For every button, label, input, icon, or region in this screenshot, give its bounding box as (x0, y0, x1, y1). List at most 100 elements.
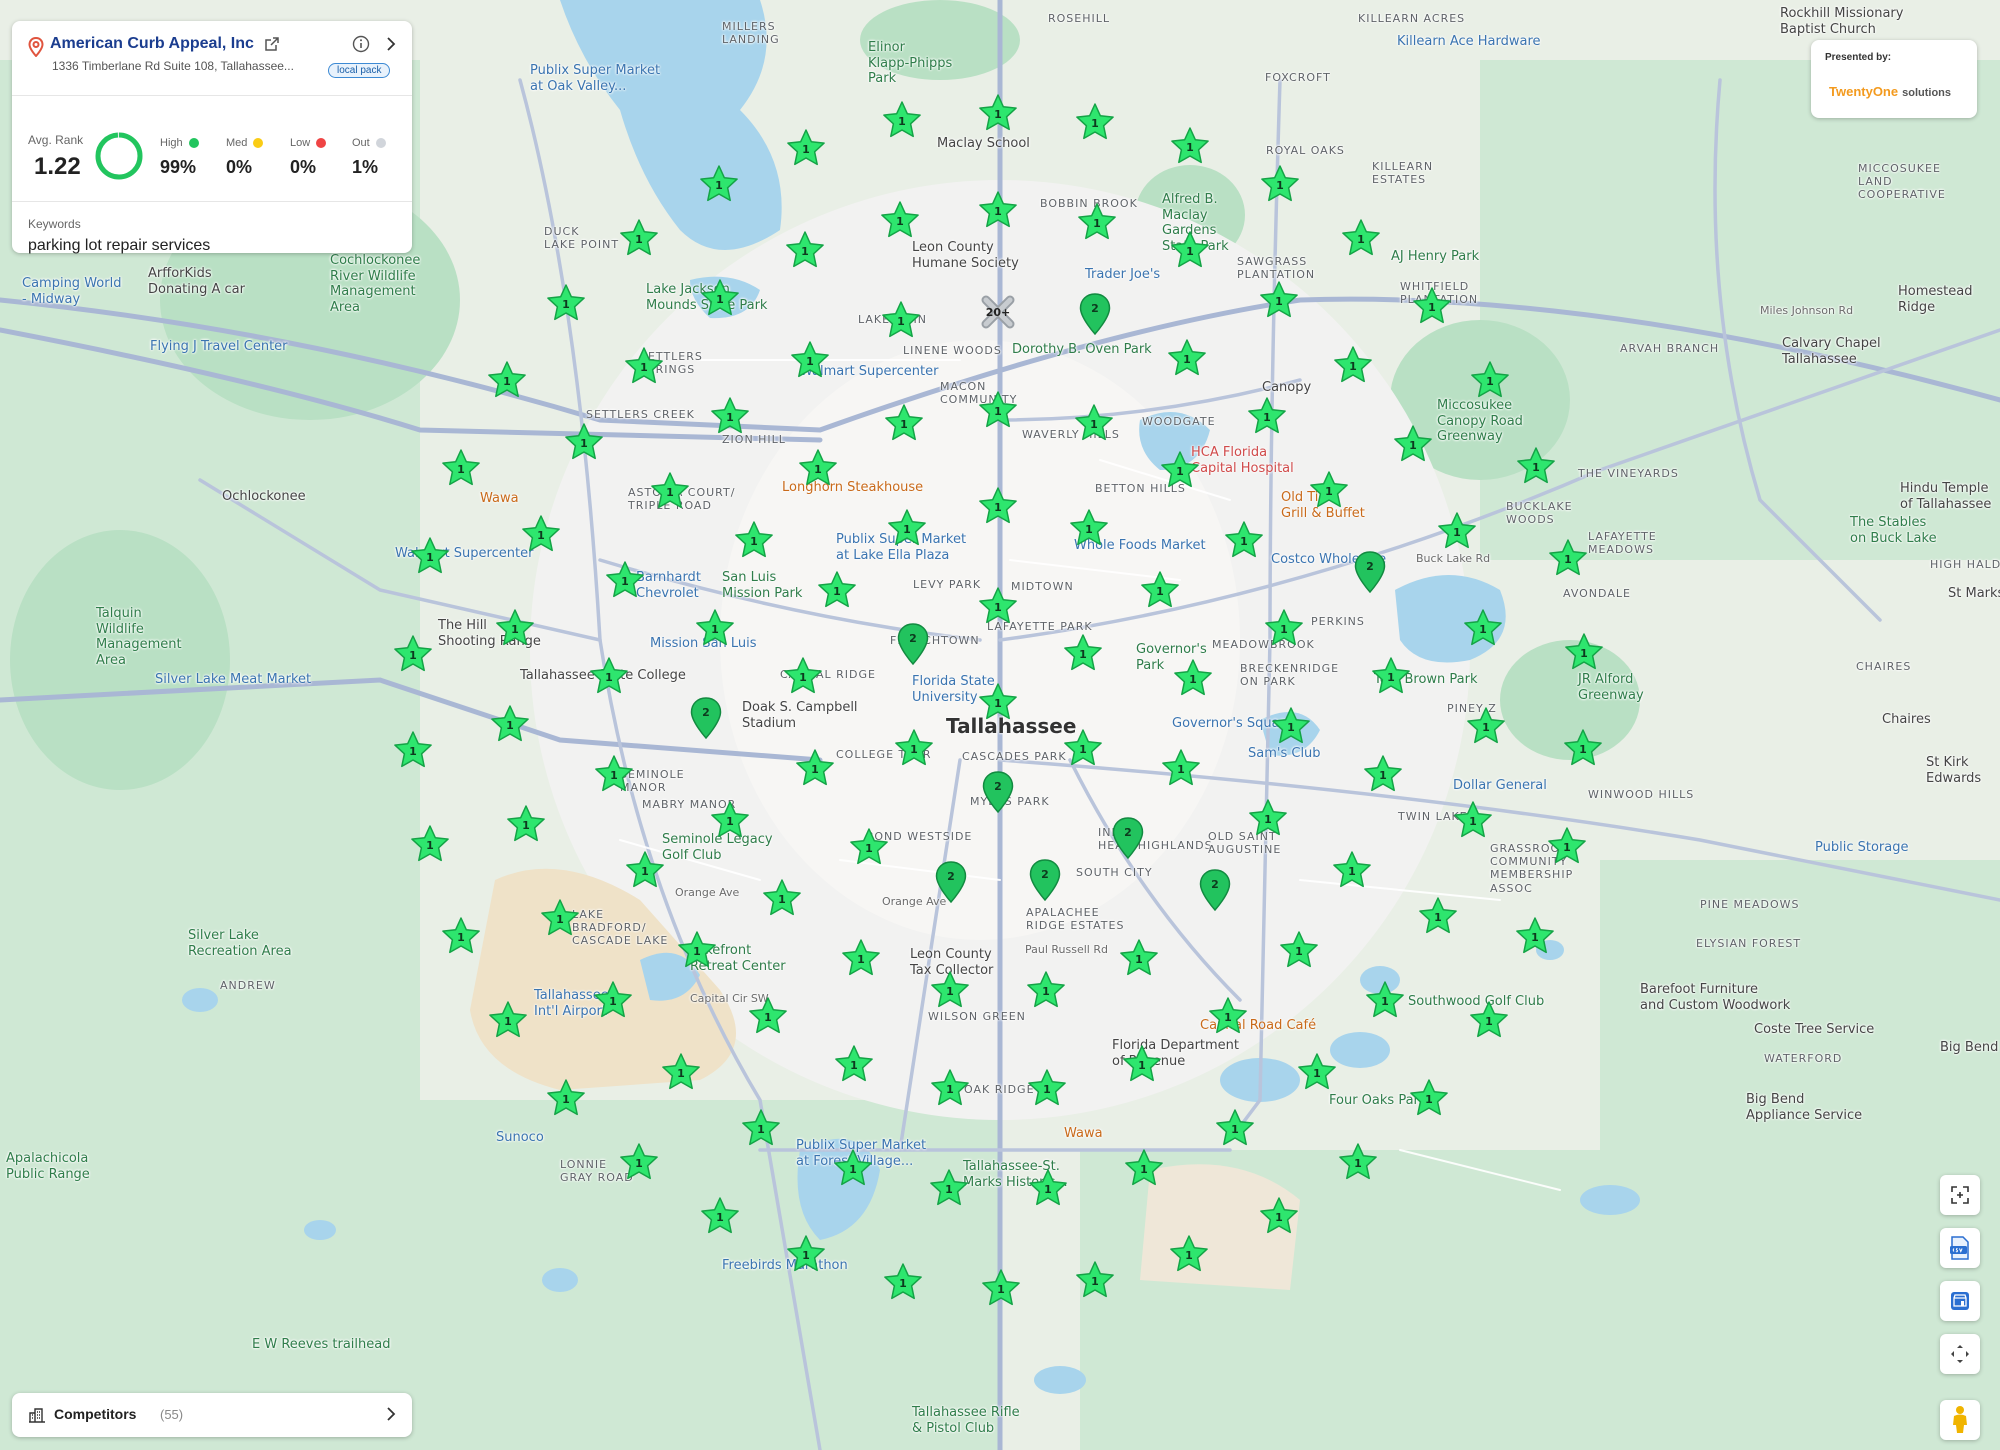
rank-marker[interactable]: 1 (1279, 930, 1319, 970)
rank-marker[interactable]: 1 (1161, 748, 1201, 788)
rank-marker[interactable]: 1 (786, 1234, 826, 1274)
rank-marker[interactable]: 1 (1469, 1000, 1509, 1040)
rank-marker[interactable]: 1 (929, 1168, 969, 1208)
rank-marker[interactable]: 1 (1548, 538, 1588, 578)
rank-marker[interactable]: 1 (677, 930, 717, 970)
rank-marker[interactable]: 1 (540, 898, 580, 938)
rank-marker[interactable]: 1 (1515, 916, 1555, 956)
rank-marker[interactable]: 1 (1563, 728, 1603, 768)
rank-marker[interactable]: 1 (790, 340, 830, 380)
rank-marker[interactable]: 1 (741, 1108, 781, 1148)
rank-marker[interactable]: 1 (1167, 338, 1207, 378)
rank-marker[interactable]: 1 (1332, 850, 1372, 890)
rank-marker[interactable]: 1 (795, 748, 835, 788)
rank-marker[interactable]: 1 (1170, 126, 1210, 166)
rank-marker[interactable]: 1 (1063, 633, 1103, 673)
rank-marker[interactable]: 1 (1259, 1196, 1299, 1236)
rank-marker[interactable]: 1 (1140, 570, 1180, 610)
rank-marker[interactable]: 1 (700, 278, 740, 318)
rank-marker[interactable]: 1 (589, 656, 629, 696)
rank-marker[interactable]: 1 (1466, 706, 1506, 746)
rank-marker[interactable]: 1 (1365, 980, 1405, 1020)
rank-marker[interactable]: 1 (1028, 1168, 1068, 1208)
rank-marker[interactable]: 1 (699, 164, 739, 204)
rank-marker[interactable]: 1 (1248, 798, 1288, 838)
street-view-button[interactable] (1940, 1400, 1980, 1440)
rank-marker[interactable]: 1 (1119, 938, 1159, 978)
rank-marker[interactable]: 1 (978, 486, 1018, 526)
rank-marker[interactable]: 1 (978, 390, 1018, 430)
rank-marker[interactable]: 1 (1418, 896, 1458, 936)
rank-marker[interactable]: 1 (393, 634, 433, 674)
external-link-icon[interactable] (264, 36, 280, 52)
rank-marker[interactable]: 1 (841, 938, 881, 978)
rank-marker[interactable]: 1 (661, 1052, 701, 1092)
rank-marker[interactable]: 1 (762, 878, 802, 918)
rank-marker[interactable]: 1 (625, 850, 665, 890)
rank-marker[interactable]: 1 (887, 508, 927, 548)
rank-marker[interactable]: 1 (605, 560, 645, 600)
rank-marker[interactable]: 1 (488, 1000, 528, 1040)
rank-marker[interactable]: 1 (880, 200, 920, 240)
rank-marker[interactable]: 1 (981, 1268, 1021, 1308)
rank-marker[interactable]: 1 (393, 730, 433, 770)
rank-marker[interactable]: 1 (710, 396, 750, 436)
rank-marker[interactable]: 1 (1259, 280, 1299, 320)
rank-marker[interactable]: 1 (1208, 996, 1248, 1036)
rank-marker[interactable]: 1 (833, 1148, 873, 1188)
rank-pin[interactable]: 2 (1198, 868, 1232, 912)
rank-marker[interactable]: 1 (1371, 656, 1411, 696)
rank-marker[interactable]: 1 (834, 1044, 874, 1084)
rank-pin[interactable]: 2 (896, 622, 930, 666)
rank-marker[interactable]: 1 (1463, 608, 1503, 648)
rank-marker[interactable]: 1 (748, 996, 788, 1036)
rank-marker[interactable]: 1 (1453, 800, 1493, 840)
rank-pin[interactable]: 2 (1353, 550, 1387, 594)
rank-marker[interactable]: 1 (1124, 1148, 1164, 1188)
rank-pin[interactable]: 2 (1111, 816, 1145, 860)
rank-marker[interactable]: 1 (1437, 511, 1477, 551)
rank-marker[interactable]: 1 (710, 800, 750, 840)
rank-marker[interactable]: 1 (1160, 450, 1200, 490)
store-view-button[interactable] (1940, 1281, 1980, 1321)
rank-marker[interactable]: 1 (506, 804, 546, 844)
rank-marker[interactable]: 1 (798, 448, 838, 488)
rank-marker[interactable]: 1 (441, 448, 481, 488)
rank-marker[interactable]: 1 (1393, 424, 1433, 464)
info-icon[interactable] (352, 35, 370, 53)
rank-pin[interactable]: 2 (689, 696, 723, 740)
rank-marker[interactable]: 1 (1309, 470, 1349, 510)
rank-marker[interactable]: 1 (978, 190, 1018, 230)
rank-marker[interactable]: 1 (1170, 230, 1210, 270)
rank-marker[interactable]: 1 (881, 300, 921, 340)
rank-marker[interactable]: 1 (410, 824, 450, 864)
rank-marker[interactable]: 1 (1297, 1052, 1337, 1092)
rank-marker[interactable]: 1 (1026, 970, 1066, 1010)
export-csv-button[interactable] (1940, 1228, 1980, 1268)
rank-marker[interactable]: 1 (783, 656, 823, 696)
rank-marker[interactable]: 1 (930, 970, 970, 1010)
rank-marker[interactable]: 1 (487, 360, 527, 400)
rank-marker[interactable]: 1 (1341, 218, 1381, 258)
rank-marker[interactable]: 1 (624, 346, 664, 386)
rank-marker[interactable]: 1 (1412, 286, 1452, 326)
rank-marker[interactable]: 1 (1173, 658, 1213, 698)
rank-marker[interactable]: 1 (695, 608, 735, 648)
rank-marker[interactable]: 1 (883, 1262, 923, 1302)
rank-marker[interactable]: 1 (619, 1142, 659, 1182)
rank-marker[interactable]: 1 (1075, 102, 1115, 142)
rank-marker[interactable]: 1 (884, 403, 924, 443)
competitors-bar[interactable]: Competitors (55) (12, 1393, 412, 1437)
rank-marker[interactable]: 1 (593, 980, 633, 1020)
rank-marker[interactable]: 1 (1409, 1078, 1449, 1118)
rank-pin[interactable]: 2 (934, 860, 968, 904)
rank-marker[interactable]: 1 (785, 230, 825, 270)
rank-marker[interactable]: 1 (546, 1078, 586, 1118)
rank-marker[interactable]: 1 (1027, 1068, 1067, 1108)
rank-marker[interactable]: 1 (1075, 1260, 1115, 1300)
rank-marker[interactable]: 1 (1224, 520, 1264, 560)
rank-marker[interactable]: 1 (1516, 446, 1556, 486)
rank-pin[interactable]: 2 (1078, 292, 1112, 336)
rank-marker[interactable]: 1 (882, 100, 922, 140)
rank-marker[interactable]: 1 (817, 570, 857, 610)
